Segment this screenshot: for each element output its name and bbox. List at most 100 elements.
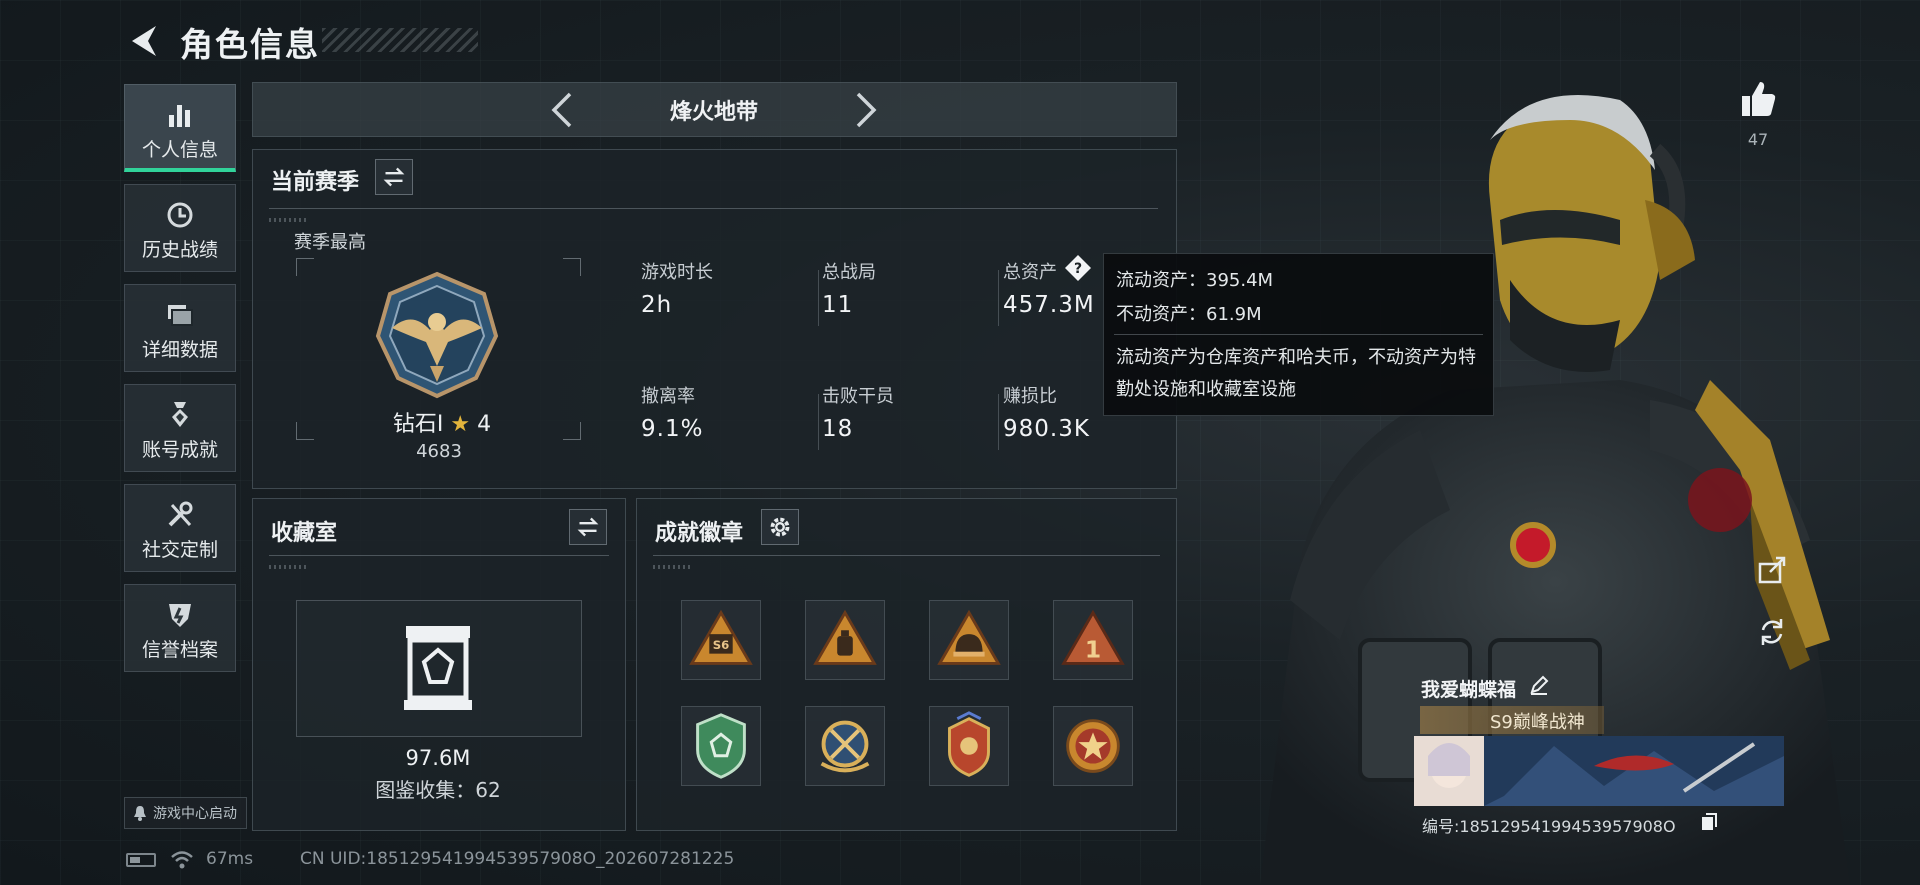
medal-icon bbox=[172, 402, 188, 427]
stat-value: 9.1% bbox=[641, 416, 704, 442]
collection-count: 图鉴收集：62 bbox=[375, 778, 501, 802]
svg-text:S6: S6 bbox=[713, 638, 730, 652]
collection-panel-title: 收藏室 bbox=[271, 521, 338, 546]
sidebar-item-reputation[interactable]: 信誉档案 bbox=[124, 584, 236, 672]
sidebar-item-social-customize[interactable]: 社交定制 bbox=[124, 484, 236, 572]
help-question-icon[interactable]: ? bbox=[1064, 254, 1092, 282]
rank-score: 4683 bbox=[416, 441, 462, 462]
bell-icon bbox=[134, 806, 146, 821]
badge-number-one-icon[interactable]: 1 bbox=[1053, 600, 1133, 680]
stat-extraction-rate: 撤离率 9.1% bbox=[641, 382, 801, 442]
badge-winged-crest-icon[interactable] bbox=[929, 706, 1009, 786]
badge-s6-icon[interactable]: S6 bbox=[681, 600, 761, 680]
stat-label: 游戏时长 bbox=[641, 262, 713, 283]
stat-label: 撤离率 bbox=[641, 386, 695, 407]
stat-label: 总战局 bbox=[822, 262, 876, 283]
badge-star-icon[interactable] bbox=[1053, 706, 1133, 786]
launch-label: 游戏中心启动 bbox=[153, 806, 237, 822]
diamond-rank-emblem-icon bbox=[375, 271, 499, 399]
shield-icon bbox=[169, 604, 191, 627]
chevron-left-icon[interactable] bbox=[548, 90, 576, 130]
tooltip-description: 流动资产为仓库资产和哈夫币，不动资产为特勤处设施和收藏室设施 bbox=[1116, 347, 1476, 400]
title-decoration bbox=[322, 28, 478, 52]
display-case-icon bbox=[404, 626, 472, 710]
sidebar-item-label: 信誉档案 bbox=[141, 639, 218, 661]
sidebar-item-label: 个人信息 bbox=[141, 139, 218, 161]
season-panel-title: 当前赛季 bbox=[271, 170, 360, 195]
thumbs-up-icon[interactable] bbox=[1738, 78, 1778, 120]
sidebar-item-label: 历史战绩 bbox=[141, 239, 218, 261]
collection-value: 97.6M bbox=[405, 746, 471, 770]
rank-name: 钻石I ★ 4 bbox=[372, 406, 512, 438]
sidebar-item-detailed-data[interactable]: 详细数据 bbox=[124, 284, 236, 372]
uid-text: CN UID:18512954199453957908O_20260728122… bbox=[300, 849, 735, 869]
player-banner-image bbox=[1414, 736, 1784, 806]
star-icon: ★ bbox=[450, 412, 471, 437]
tooltip-fixed-assets: 不动资产：61.9M bbox=[1116, 304, 1262, 325]
back-arrow-icon[interactable] bbox=[126, 22, 162, 60]
sidebar-item-history[interactable]: 历史战绩 bbox=[124, 184, 236, 272]
swap-arrows-icon bbox=[383, 167, 405, 187]
bar-chart-icon bbox=[169, 105, 190, 127]
season-switch-button[interactable] bbox=[375, 159, 413, 195]
svg-text:1: 1 bbox=[1085, 636, 1101, 664]
tooltip-divider bbox=[1114, 334, 1483, 335]
badge-crossed-weapons-icon[interactable] bbox=[805, 706, 885, 786]
stat-value: 2h bbox=[641, 292, 673, 318]
season-best-label: 赛季最高 bbox=[294, 232, 366, 253]
ping-text: 67ms bbox=[206, 849, 254, 869]
page-title: 角色信息 bbox=[180, 25, 320, 64]
sidebar-item-label: 社交定制 bbox=[141, 539, 218, 561]
player-id: 编号:18512954199453957908O bbox=[1422, 817, 1676, 836]
edit-pencil-icon[interactable] bbox=[1528, 674, 1550, 696]
badges-panel-title: 成就徽章 bbox=[655, 521, 744, 546]
player-name: 我爱蝴蝶福 bbox=[1421, 679, 1517, 701]
panel-decoration bbox=[269, 565, 309, 569]
tooltip-liquid-assets: 流动资产：395.4M bbox=[1116, 270, 1274, 291]
stat-value: 980.3K bbox=[1003, 416, 1090, 442]
panel-decoration bbox=[653, 565, 693, 569]
svg-text:?: ? bbox=[1074, 261, 1082, 277]
rank-star-count: 4 bbox=[477, 412, 492, 437]
swap-arrows-icon bbox=[577, 517, 599, 537]
badge-helmet-icon[interactable] bbox=[929, 600, 1009, 680]
stat-label: 击败干员 bbox=[822, 386, 894, 407]
stat-divider bbox=[818, 270, 819, 326]
assets-tooltip: 流动资产：395.4M 不动资产：61.9M 流动资产为仓库资产和哈夫币，不动资… bbox=[1103, 253, 1494, 416]
sidebar-item-label: 详细数据 bbox=[141, 339, 218, 361]
tools-icon bbox=[168, 501, 193, 527]
sidebar-item-label: 账号成就 bbox=[141, 439, 218, 461]
share-icon[interactable] bbox=[1754, 552, 1790, 588]
stat-divider bbox=[998, 270, 999, 326]
stat-divider bbox=[998, 394, 999, 450]
badges-settings-button[interactable] bbox=[761, 509, 799, 545]
game-center-launch-button[interactable]: 游戏中心启动 bbox=[124, 797, 247, 829]
stat-value: 11 bbox=[822, 292, 854, 318]
battery-icon bbox=[126, 853, 156, 867]
panel-decoration bbox=[269, 218, 309, 222]
collection-switch-button[interactable] bbox=[569, 509, 607, 545]
sidebar-item-personal-info[interactable]: 个人信息 bbox=[124, 84, 236, 172]
copy-icon[interactable] bbox=[1700, 812, 1718, 832]
mode-title: 烽火地带 bbox=[669, 100, 758, 125]
stat-divider bbox=[818, 394, 819, 450]
history-clock-icon bbox=[167, 202, 193, 228]
stat-operators-defeated: 击败干员 18 bbox=[822, 382, 982, 442]
stack-cards-icon bbox=[168, 305, 193, 326]
chevron-right-icon[interactable] bbox=[852, 90, 880, 130]
sidebar-item-achievements[interactable]: 账号成就 bbox=[124, 384, 236, 472]
stat-play-time: 游戏时长 2h bbox=[641, 258, 801, 318]
stat-value: 18 bbox=[822, 416, 854, 442]
rank-title: 钻石I bbox=[392, 412, 444, 437]
panel-divider bbox=[269, 208, 1158, 209]
player-title: S9巅峰战神 bbox=[1490, 712, 1585, 733]
panel-divider bbox=[269, 555, 609, 556]
panel-divider bbox=[653, 555, 1160, 556]
badge-green-shield-icon[interactable] bbox=[681, 706, 761, 786]
refresh-icon[interactable] bbox=[1754, 614, 1790, 650]
badge-bag-icon[interactable] bbox=[805, 600, 885, 680]
like-count: 47 bbox=[1747, 130, 1769, 149]
gear-icon bbox=[770, 517, 790, 537]
stat-total-matches: 总战局 11 bbox=[822, 258, 982, 318]
wifi-icon bbox=[171, 851, 193, 869]
